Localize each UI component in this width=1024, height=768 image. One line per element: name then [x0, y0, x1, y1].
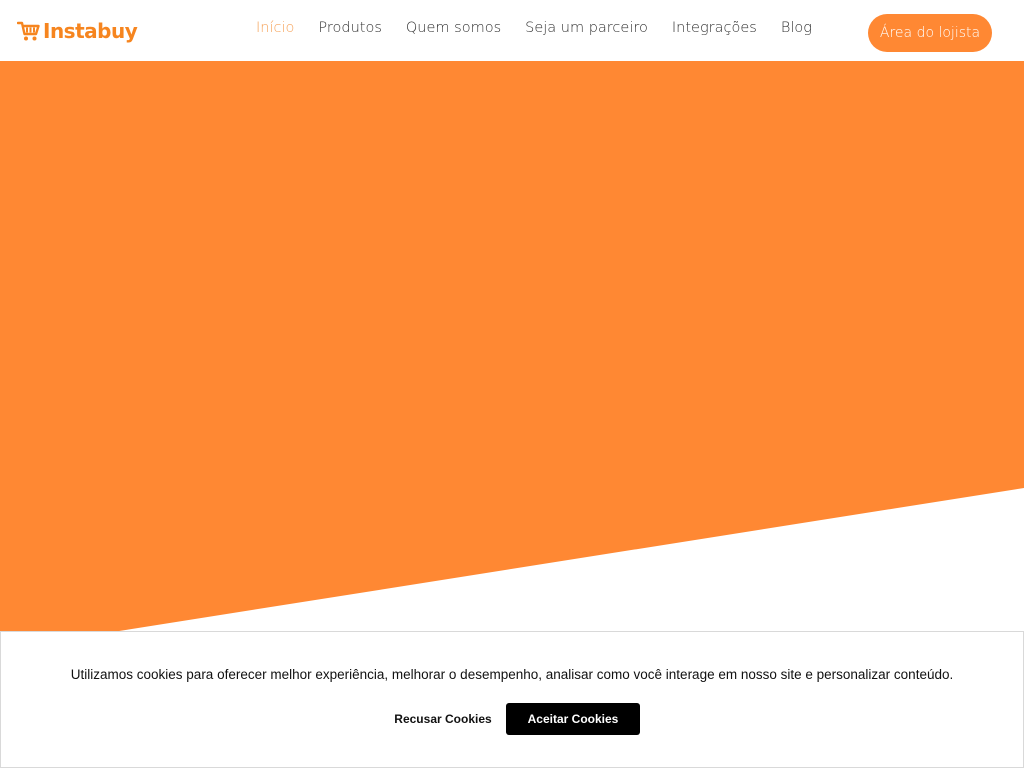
hero-orange-shape: [0, 61, 1024, 634]
site-header: Instabuy Início Produtos Quem somos Seja…: [0, 0, 1024, 61]
brand-logo[interactable]: Instabuy: [17, 17, 138, 45]
nav-item-blog[interactable]: Blog: [781, 18, 812, 38]
nav-item-seja-um-parceiro[interactable]: Seja um parceiro: [525, 18, 648, 38]
nav-item-quem-somos[interactable]: Quem somos: [406, 18, 501, 38]
decline-cookies-button[interactable]: Recusar Cookies: [383, 703, 503, 735]
nav-item-integracoes[interactable]: Integrações: [672, 18, 757, 38]
accept-cookies-button[interactable]: Aceitar Cookies: [506, 703, 640, 735]
cookie-message: Utilizamos cookies para oferecer melhor …: [70, 667, 954, 682]
nav-item-inicio[interactable]: Início: [256, 18, 294, 38]
page: Instabuy Início Produtos Quem somos Seja…: [0, 0, 1024, 768]
cookie-banner: Utilizamos cookies para oferecer melhor …: [0, 631, 1024, 768]
nav-item-produtos[interactable]: Produtos: [318, 18, 382, 38]
shopping-cart-icon: [17, 21, 40, 41]
brand-name: Instabuy: [43, 19, 138, 43]
area-do-lojista-button[interactable]: Área do lojista: [868, 14, 992, 52]
cookie-actions: Recusar Cookies Aceitar Cookies: [1, 703, 1023, 735]
main-nav: Início Produtos Quem somos Seja um parce…: [256, 18, 812, 38]
